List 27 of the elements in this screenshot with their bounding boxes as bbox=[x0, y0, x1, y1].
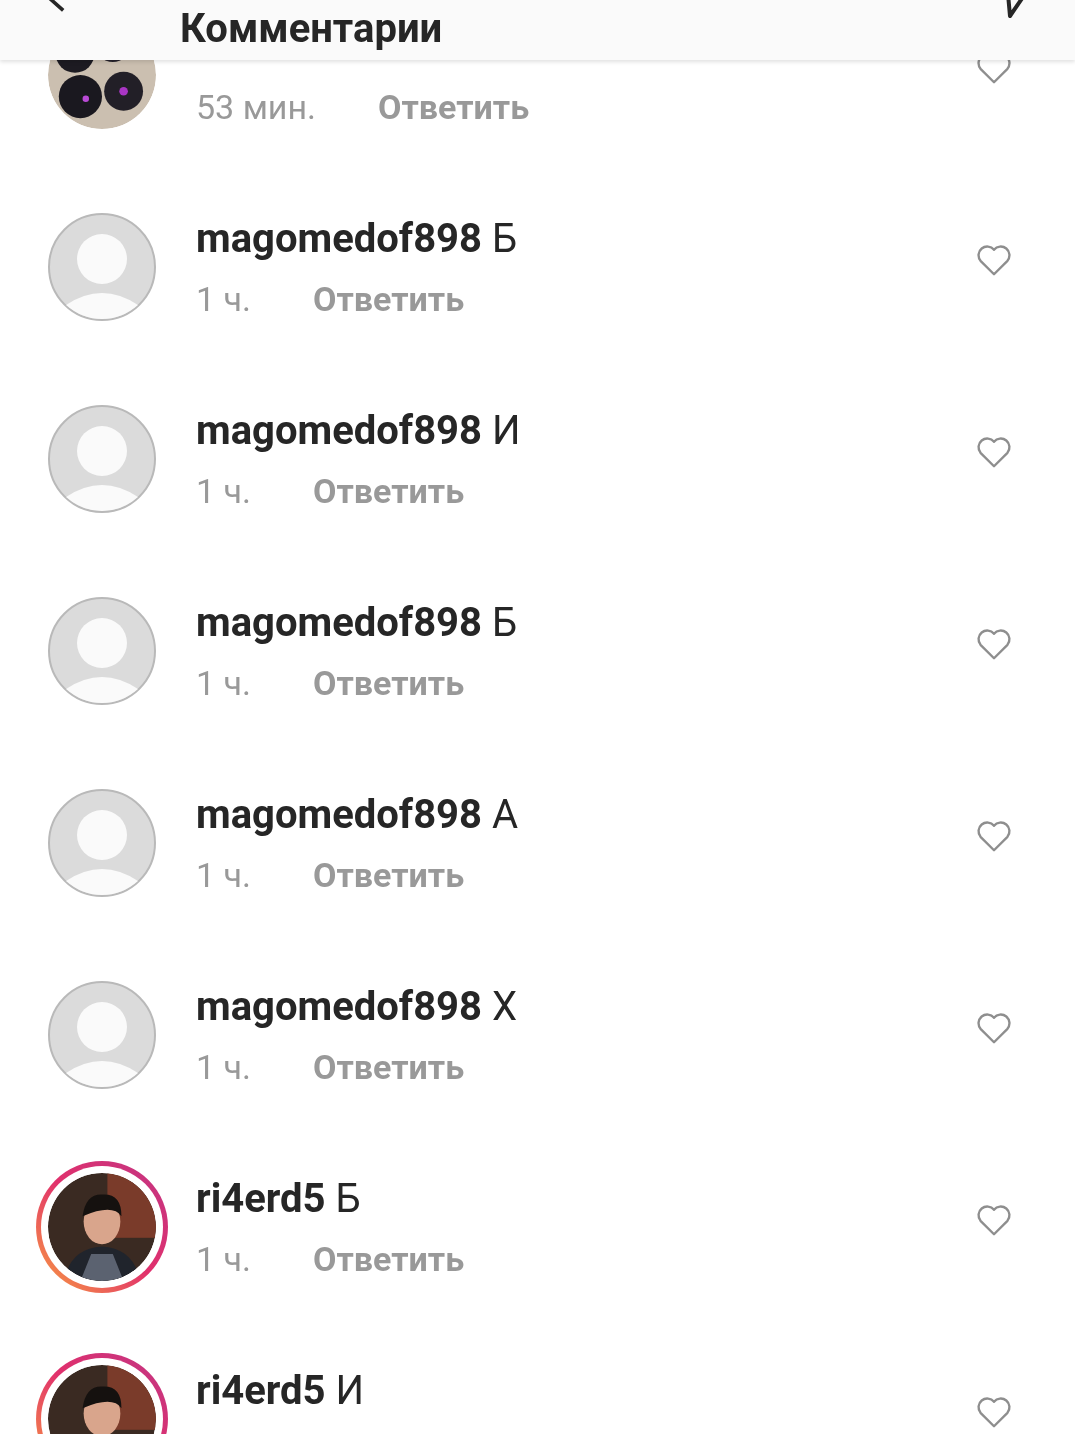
reply-button[interactable]: Ответить bbox=[313, 849, 465, 901]
comment-time: 53 мин. bbox=[196, 85, 317, 129]
comment-time: 1 ч. bbox=[196, 469, 251, 513]
header-title: Комментарии bbox=[180, 4, 443, 54]
reply-button[interactable]: Ответить bbox=[378, 81, 530, 133]
default-avatar-icon bbox=[48, 405, 156, 513]
default-avatar-icon bbox=[48, 981, 156, 1089]
default-avatar-icon bbox=[48, 213, 156, 321]
comment-time: 1 ч. bbox=[196, 853, 251, 897]
comment-time: 1 ч. bbox=[196, 277, 251, 321]
comment-text: magomedof898 Б bbox=[196, 214, 518, 264]
reply-button[interactable]: Ответить bbox=[313, 273, 465, 325]
default-avatar-icon bbox=[48, 597, 156, 705]
comment-text: ri4erd5 Б bbox=[196, 1174, 361, 1224]
reply-button[interactable]: Ответить bbox=[313, 465, 465, 517]
reply-button[interactable]: Ответить bbox=[313, 657, 465, 709]
comment-text: ri4erd5 И bbox=[196, 1366, 364, 1416]
comment-text: magomedof898 Б bbox=[196, 598, 518, 648]
comment-text: magomedof898 И bbox=[196, 406, 521, 456]
comment-text: magomedof898 Х bbox=[196, 982, 517, 1032]
comment-time: 1 ч. bbox=[196, 1237, 251, 1281]
reply-button[interactable]: Ответить bbox=[313, 1233, 465, 1285]
comment-time: 1 ч. bbox=[196, 661, 251, 705]
comment-time: 1 ч. bbox=[196, 1045, 251, 1089]
default-avatar-icon bbox=[48, 789, 156, 897]
reply-button[interactable]: Ответить bbox=[313, 1041, 465, 1093]
comment-text: magomedof898 А bbox=[196, 790, 518, 840]
